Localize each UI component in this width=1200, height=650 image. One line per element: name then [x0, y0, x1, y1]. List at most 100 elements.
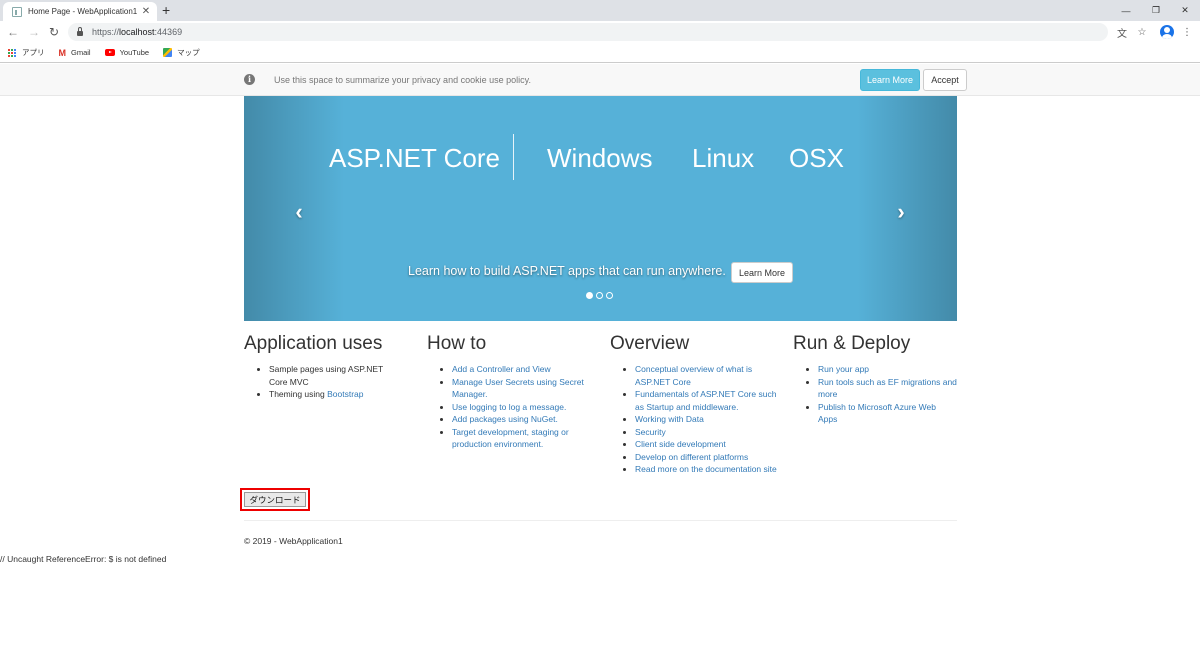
- lock-icon: [77, 27, 83, 36]
- list-item: Develop on different platforms: [635, 451, 780, 464]
- download-highlight-box: ダウンロード: [240, 488, 310, 511]
- column-heading: Application uses: [244, 333, 383, 354]
- carousel-indicator[interactable]: [606, 292, 613, 299]
- carousel-next-icon[interactable]: ›: [893, 200, 909, 224]
- restore-icon[interactable]: ❐: [1145, 0, 1167, 21]
- bookmark-youtube[interactable]: YouTube: [104, 48, 150, 57]
- bookmark-gmail[interactable]: M Gmail: [58, 48, 91, 58]
- bookmark-star-icon[interactable]: ☆: [1135, 25, 1149, 39]
- list-link[interactable]: Conceptual overview of what is ASP.NET C…: [635, 364, 752, 387]
- list-link[interactable]: Manage User Secrets using Secret Manager…: [452, 377, 584, 400]
- list-item: Publish to Microsoft Azure Web Apps: [818, 401, 957, 426]
- bookmark-label: Gmail: [71, 48, 91, 57]
- list-link[interactable]: Fundamentals of ASP.NET Core such as Sta…: [635, 389, 776, 412]
- column-heading: Run & Deploy: [793, 333, 911, 354]
- list-link[interactable]: Develop on different platforms: [635, 452, 748, 462]
- bookmarks-bar: アプリ M Gmail YouTube マップ: [0, 43, 1200, 63]
- url-port: :44369: [154, 27, 183, 37]
- column-heading: Overview: [610, 333, 690, 354]
- new-tab-icon[interactable]: +: [162, 2, 170, 18]
- list-item: Add packages using NuGet.: [452, 413, 597, 426]
- list-link[interactable]: Add a Controller and View: [452, 364, 551, 374]
- column-application-uses: Application uses Sample pages using ASP.…: [244, 333, 414, 401]
- tab-strip: Home Page - WebApplication1 ✕ + — ❐ ✕: [0, 0, 1200, 21]
- bootstrap-link[interactable]: Bootstrap: [327, 389, 363, 399]
- list-item: Client side development: [635, 438, 780, 451]
- page-favicon-icon: [12, 6, 22, 17]
- browser-tab[interactable]: Home Page - WebApplication1 ✕: [3, 2, 157, 21]
- bookmark-label: アプリ: [22, 48, 45, 57]
- cookie-policy-text: Use this space to summarize your privacy…: [274, 75, 531, 85]
- bookmark-apps[interactable]: アプリ: [8, 47, 45, 58]
- tab-title: Home Page - WebApplication1: [28, 7, 138, 16]
- cookie-accept-button[interactable]: Accept: [923, 69, 967, 91]
- column-heading: How to: [427, 333, 487, 354]
- cookie-learn-more-button[interactable]: Learn More: [860, 69, 920, 91]
- footer-copyright: © 2019 - WebApplication1: [244, 536, 343, 546]
- profile-avatar-icon[interactable]: [1160, 25, 1174, 39]
- menu-icon[interactable]: ⋮: [1180, 25, 1194, 39]
- window-close-icon[interactable]: ✕: [1174, 0, 1196, 21]
- translate-icon[interactable]: 文: [1115, 25, 1129, 40]
- banner-word-windows: Windows: [547, 143, 653, 173]
- list-item: Sample pages using ASP.NET Core MVC: [269, 363, 414, 388]
- list-link[interactable]: Working with Data: [635, 414, 704, 424]
- bookmark-label: マップ: [177, 48, 200, 57]
- column-how-to: How to Add a Controller and View Manage …: [427, 333, 597, 451]
- carousel-indicator[interactable]: [586, 292, 593, 299]
- list-item: Target development, staging or productio…: [452, 426, 597, 451]
- maps-icon: [163, 48, 173, 57]
- url-scheme: https://: [92, 27, 120, 37]
- list-item: Working with Data: [635, 413, 780, 426]
- list-item: Add a Controller and View: [452, 363, 597, 376]
- minimize-icon[interactable]: —: [1115, 0, 1137, 21]
- list-link[interactable]: Publish to Microsoft Azure Web Apps: [818, 402, 936, 425]
- banner-divider: [513, 134, 514, 180]
- apps-icon: [8, 48, 16, 57]
- list-item-text: Theming using: [269, 389, 328, 399]
- tab-close-icon[interactable]: ✕: [141, 6, 151, 17]
- carousel-prev-icon[interactable]: ‹: [291, 200, 307, 224]
- banner-word-linux: Linux: [692, 143, 755, 173]
- footer-divider: [244, 520, 957, 521]
- list-link[interactable]: Target development, staging or productio…: [452, 427, 569, 450]
- console-error-text: // Uncaught ReferenceError: $ is not def…: [0, 554, 167, 564]
- list-link[interactable]: Security: [635, 427, 666, 437]
- carousel-learn-more-button[interactable]: Learn More: [731, 262, 793, 283]
- list-link[interactable]: Run tools such as EF migrations and more: [818, 377, 957, 400]
- reload-icon[interactable]: ↻: [46, 24, 62, 40]
- list-link[interactable]: Run your app: [818, 364, 869, 374]
- list-item: Run your app: [818, 363, 957, 376]
- hero-carousel: [244, 96, 957, 321]
- gmail-icon: M: [58, 48, 67, 58]
- list-item: Theming using Bootstrap: [269, 388, 414, 401]
- bookmark-label: YouTube: [119, 48, 150, 57]
- list-item: Manage User Secrets using Secret Manager…: [452, 376, 597, 401]
- column-run-deploy: Run & Deploy Run your app Run tools such…: [793, 333, 957, 426]
- list-item: Security: [635, 426, 780, 439]
- list-item: Fundamentals of ASP.NET Core such as Sta…: [635, 388, 780, 413]
- list-link[interactable]: Add packages using NuGet.: [452, 414, 558, 424]
- download-button[interactable]: ダウンロード: [244, 492, 306, 507]
- back-icon[interactable]: ←: [5, 24, 21, 40]
- cookie-consent-bar: [0, 64, 1200, 96]
- browser-toolbar: ← → ↻ https://localhost:44369 文 ☆ ⋮: [0, 21, 1200, 43]
- carousel-caption: Learn how to build ASP.NET apps that can…: [408, 264, 726, 278]
- carousel-indicator[interactable]: [596, 292, 603, 299]
- youtube-icon: [104, 49, 115, 56]
- forward-icon[interactable]: →: [26, 24, 42, 40]
- list-item: Read more on the documentation site: [635, 463, 780, 476]
- list-link[interactable]: Use logging to log a message.: [452, 402, 566, 412]
- list-item: Conceptual overview of what is ASP.NET C…: [635, 363, 780, 388]
- url-host: localhost: [119, 27, 155, 37]
- info-icon: i: [244, 74, 255, 85]
- banner-word-osx: OSX: [789, 143, 844, 173]
- list-link[interactable]: Read more on the documentation site: [635, 464, 777, 474]
- address-bar[interactable]: https://localhost:44369: [68, 23, 1108, 41]
- banner-word-aspnet: ASP.NET Core: [329, 143, 501, 173]
- list-link[interactable]: Client side development: [635, 439, 726, 449]
- bookmark-maps[interactable]: マップ: [163, 47, 200, 58]
- list-item: Run tools such as EF migrations and more: [818, 376, 957, 401]
- column-overview: Overview Conceptual overview of what is …: [610, 333, 780, 476]
- list-item: Use logging to log a message.: [452, 401, 597, 414]
